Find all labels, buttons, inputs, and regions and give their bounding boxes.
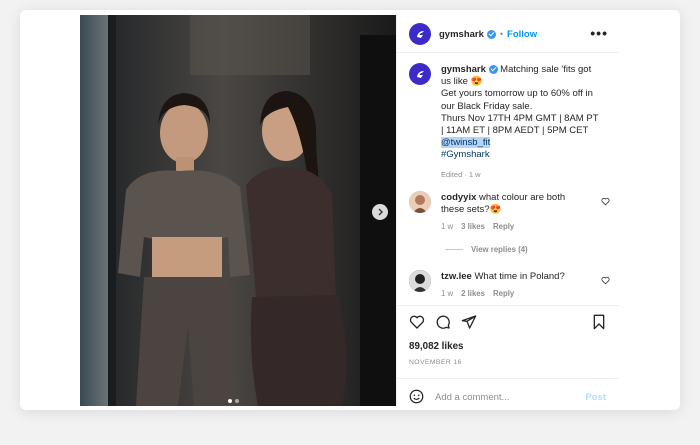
caption-avatar-wrap bbox=[409, 63, 431, 85]
post-caption: gymshark Matching sale 'fits got us like… bbox=[441, 64, 613, 181]
view-replies-button[interactable]: View replies (4) bbox=[471, 245, 528, 254]
post-date: NOVEMBER 16 bbox=[409, 359, 462, 366]
post-photo bbox=[80, 15, 396, 406]
commenter-avatar[interactable] bbox=[409, 270, 431, 292]
commenter-avatar-image bbox=[409, 270, 431, 292]
commenter-avatar[interactable] bbox=[409, 191, 431, 213]
emoji-icon[interactable] bbox=[409, 389, 424, 404]
comment-text-1: what colour are both bbox=[479, 192, 566, 203]
caption-meta: Edited · 1 w bbox=[441, 169, 481, 179]
post-header: gymshark • Follow bbox=[409, 23, 537, 45]
header-dot: • bbox=[499, 29, 504, 39]
verified-badge-icon bbox=[486, 29, 496, 39]
comment-input[interactable]: Add a comment... bbox=[435, 392, 509, 403]
comment-username[interactable]: tzw.lee bbox=[441, 271, 472, 282]
post-side-panel: gymshark • Follow ••• gymshark Matching … bbox=[396, 15, 619, 406]
carousel-dots bbox=[228, 399, 239, 403]
carousel-dot-active bbox=[228, 399, 232, 403]
comment-like-heart-icon[interactable] bbox=[601, 276, 610, 285]
caption-line-2: us like 😍 bbox=[441, 76, 483, 88]
reply-button[interactable]: Reply bbox=[493, 289, 514, 298]
caption-line-4: our Black Friday sale. bbox=[441, 100, 533, 112]
comment-body: tzw.lee What time in Poland? bbox=[441, 271, 565, 283]
likes-count[interactable]: 89,082 likes bbox=[409, 341, 463, 352]
comment-text-2: these sets?😍 bbox=[441, 204, 502, 216]
header-username[interactable]: gymshark bbox=[439, 29, 484, 40]
comment-likes[interactable]: 2 likes bbox=[461, 289, 485, 298]
comment-icon[interactable] bbox=[435, 314, 451, 330]
comment-time: 1 w bbox=[441, 222, 454, 231]
composer-divider bbox=[397, 378, 619, 379]
post-comment-button[interactable]: Post bbox=[585, 392, 606, 403]
gymshark-avatar[interactable] bbox=[409, 23, 431, 45]
gymshark-logo-icon bbox=[416, 70, 424, 78]
caption-line-1: gymshark Matching sale 'fits got bbox=[441, 64, 613, 76]
verified-badge-icon bbox=[488, 64, 498, 74]
more-icon[interactable]: ••• bbox=[590, 25, 608, 41]
replies-line bbox=[445, 249, 463, 250]
comment-username[interactable]: codyyix bbox=[441, 192, 476, 203]
follow-button[interactable]: Follow bbox=[507, 29, 537, 40]
caption-avatar[interactable] bbox=[409, 63, 431, 85]
comment-like-heart-icon[interactable] bbox=[601, 197, 610, 206]
caption-line-3: Get yours tomorrow up to 60% off in bbox=[441, 88, 593, 100]
comment-meta: 1 w 3 likes Reply bbox=[441, 222, 522, 231]
chevron-right-icon bbox=[378, 208, 383, 216]
commenter-avatar-image bbox=[409, 191, 431, 213]
header-divider bbox=[397, 52, 619, 53]
reply-button[interactable]: Reply bbox=[493, 222, 514, 231]
comment-time: 1 w bbox=[441, 289, 454, 298]
caption-line-5: Thurs Nov 17TH 4PM GMT | 8AM PT bbox=[441, 112, 599, 124]
comment-text: What time in Poland? bbox=[474, 271, 565, 282]
save-icon[interactable] bbox=[592, 314, 606, 330]
gymshark-logo-icon bbox=[416, 30, 424, 38]
caption-text-1: Matching sale 'fits got bbox=[500, 64, 592, 75]
share-icon[interactable] bbox=[461, 314, 477, 330]
hashtag-link[interactable]: #Gymshark bbox=[441, 149, 613, 161]
actions-divider bbox=[397, 305, 619, 306]
mention-link[interactable]: @twinsb_fit bbox=[441, 137, 491, 149]
caption-username[interactable]: gymshark bbox=[441, 64, 486, 75]
next-image-button[interactable] bbox=[372, 204, 388, 220]
heart-icon[interactable] bbox=[409, 314, 425, 330]
carousel-dot bbox=[235, 399, 239, 403]
comment-body: codyyix what colour are both these sets?… bbox=[441, 192, 601, 216]
comment-meta: 1 w 2 likes Reply bbox=[441, 289, 522, 298]
comment-likes[interactable]: 3 likes bbox=[461, 222, 485, 231]
post-image[interactable] bbox=[80, 15, 396, 406]
caption-line-6: | 11AM ET | 8PM AEDT | 5PM CET bbox=[441, 125, 589, 137]
